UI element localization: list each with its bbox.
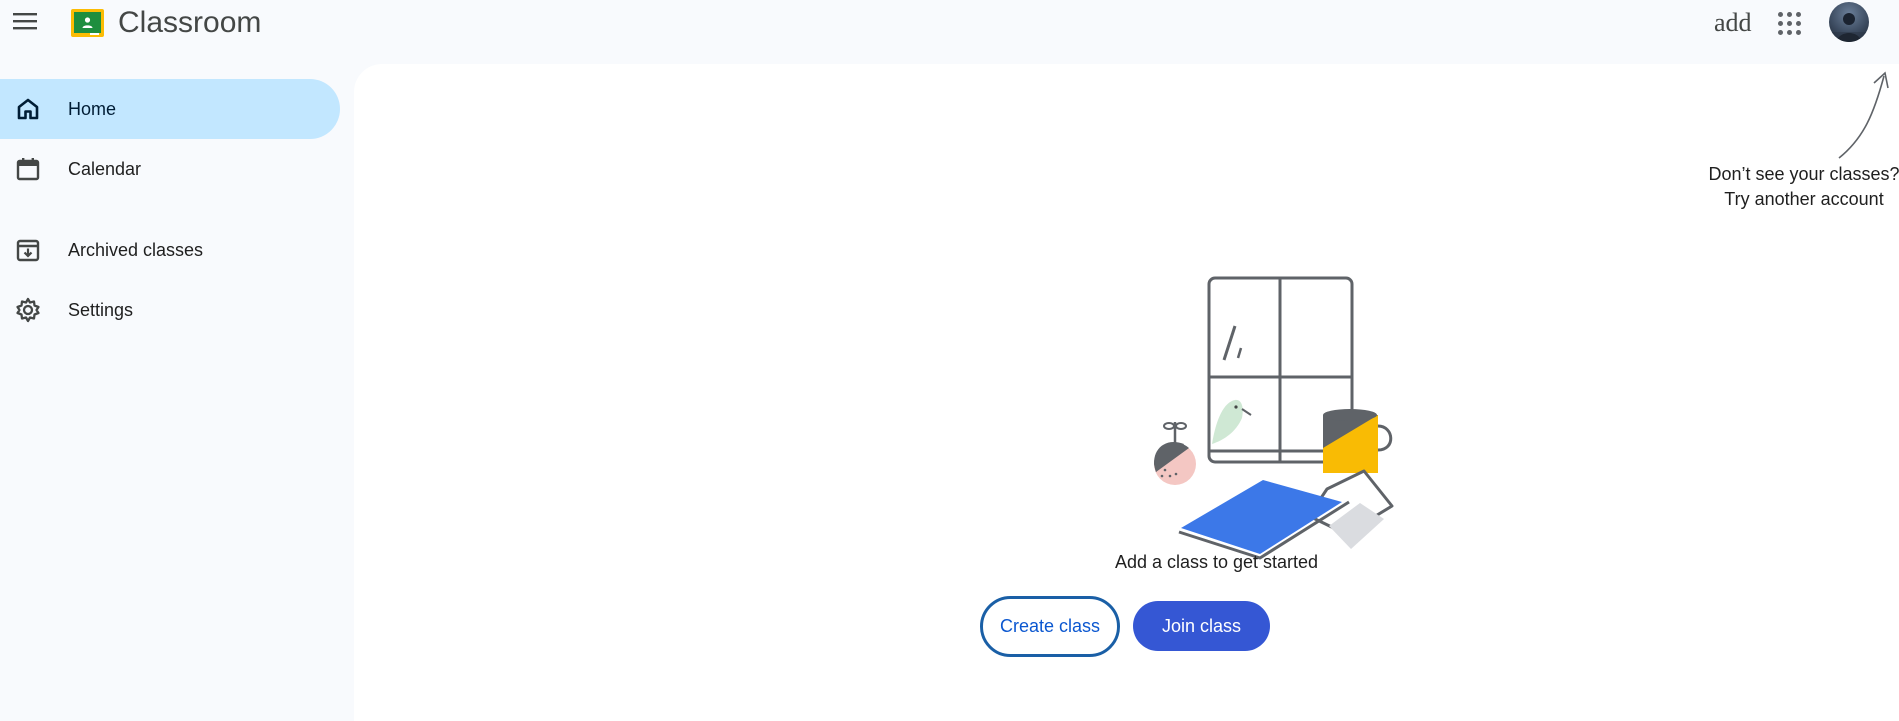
join-class-button[interactable]: Join class	[1133, 601, 1270, 651]
sidebar-item-settings[interactable]: Settings	[0, 280, 340, 340]
create-class-button[interactable]: Create class	[980, 596, 1120, 657]
sidebar-item-label: Settings	[68, 299, 134, 320]
classroom-logo-icon	[71, 9, 104, 37]
avatar-photo-icon	[1829, 13, 1869, 42]
sidebar-item-archived-classes[interactable]: Archived classes	[0, 220, 340, 280]
settings-gear-icon	[16, 297, 40, 323]
add-class-button[interactable]: add	[1714, 6, 1752, 40]
home-icon	[17, 98, 39, 120]
navigation-drawer: Home Calendar Archived classes Settings	[0, 64, 354, 721]
archive-icon	[16, 239, 40, 262]
main-content: Don’t see your classes? Try another acco…	[354, 64, 1899, 721]
account-avatar[interactable]	[1829, 2, 1869, 42]
sidebar-item-calendar[interactable]: Calendar	[0, 139, 340, 199]
hint-line-1: Don’t see your classes?	[1708, 164, 1899, 184]
app-title[interactable]: Classroom	[118, 6, 261, 40]
sidebar-item-home[interactable]: Home	[0, 79, 340, 139]
hamburger-menu-icon	[13, 13, 37, 30]
google-apps-icon[interactable]	[1776, 10, 1802, 36]
sidebar-item-label: Home	[68, 98, 117, 119]
main-menu-button[interactable]	[10, 6, 40, 36]
empty-state-message: Add a class to get started	[1114, 552, 1319, 572]
empty-state-illustration	[1153, 276, 1394, 560]
classroom-app: Classroom add Home Calendar Archived cla…	[0, 0, 1899, 721]
account-hint: Don’t see your classes? Try another acco…	[1674, 162, 1899, 212]
sidebar-item-label: Calendar	[68, 158, 142, 179]
top-app-bar: Classroom add	[0, 0, 1899, 64]
sidebar-item-label: Archived classes	[68, 239, 204, 260]
hint-line-2[interactable]: Try another account	[1674, 187, 1899, 212]
hint-arrow-icon	[1838, 71, 1889, 159]
calendar-icon	[16, 158, 40, 181]
